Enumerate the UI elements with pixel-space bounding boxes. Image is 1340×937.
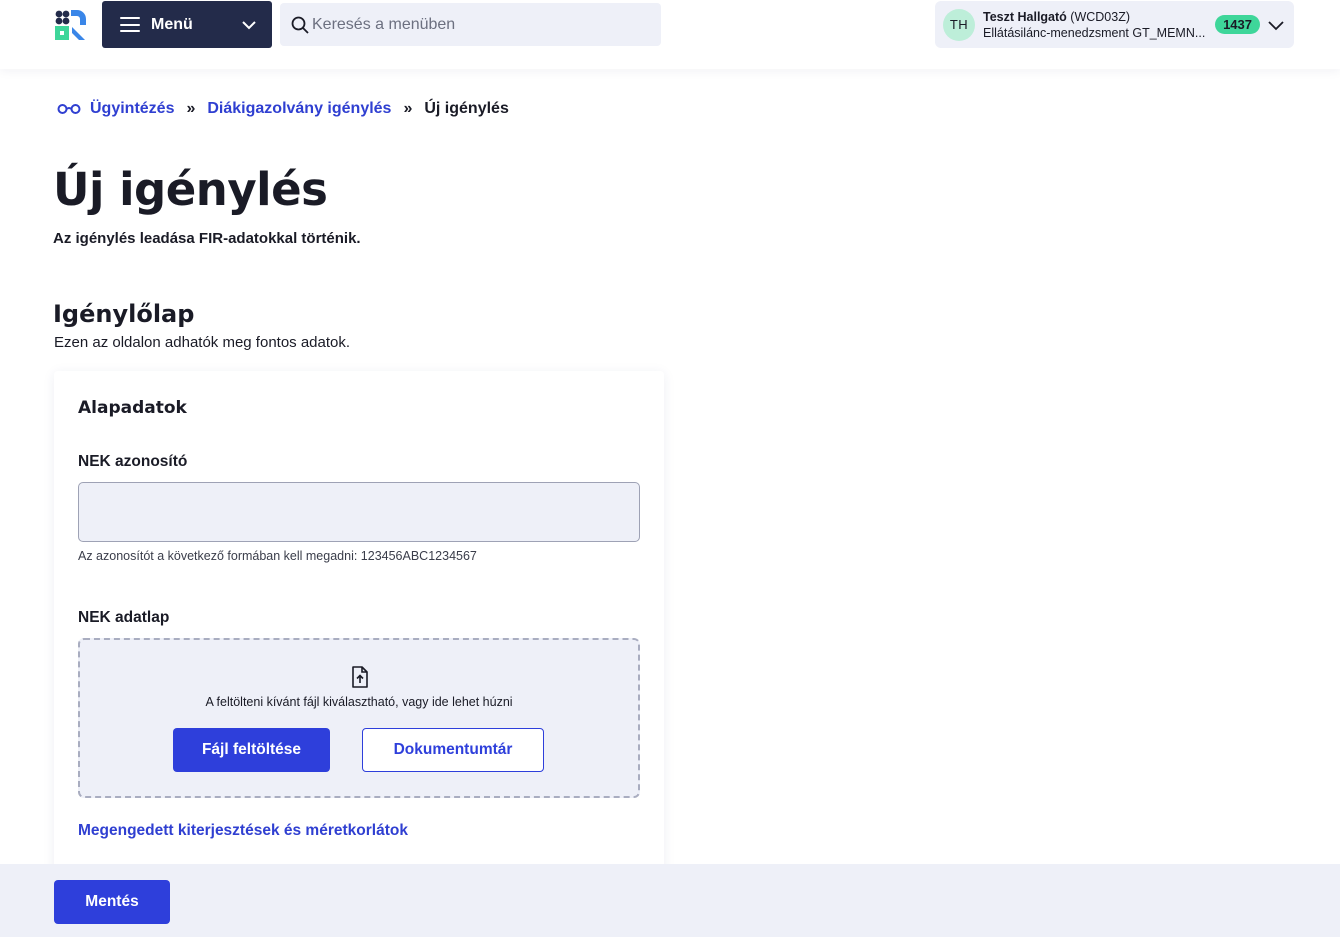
- breadcrumb-separator: »: [403, 100, 413, 117]
- section-title: Igénylőlap: [53, 300, 195, 328]
- user-name: Teszt Hallgató: [983, 9, 1067, 24]
- page-title: Új igénylés: [53, 163, 328, 216]
- nek-id-hint: Az azonosítót a következő formában kell …: [78, 549, 477, 563]
- file-upload-icon: [352, 666, 368, 688]
- breadcrumb-separator: »: [186, 100, 196, 117]
- save-button[interactable]: Mentés: [54, 880, 170, 924]
- notification-badge: 1437: [1215, 15, 1260, 34]
- nek-sheet-label: NEK adatlap: [78, 609, 170, 626]
- user-code: (WCD03Z): [1070, 9, 1131, 24]
- breadcrumb: Ügyintézés » Diákigazolvány igénylés » Ú…: [57, 98, 509, 120]
- basic-data-card: Alapadatok NEK azonosító Az azonosítót a…: [54, 371, 664, 891]
- top-header: Menü TH Teszt Hallgató (WCD03Z) Ellátási…: [0, 0, 1340, 69]
- glasses-icon: [57, 104, 81, 114]
- user-info: Teszt Hallgató (WCD03Z) Ellátásilánc-men…: [983, 9, 1211, 41]
- page-subtitle: Az igénylés leadása FIR-adatokkal történ…: [53, 230, 361, 247]
- section-description: Ezen az oldalon adhatók meg fontos adato…: [54, 334, 351, 351]
- app-logo-icon[interactable]: [54, 9, 86, 41]
- chevron-down-icon: [242, 20, 256, 29]
- hamburger-icon: [120, 17, 140, 32]
- file-upload-button[interactable]: Fájl feltöltése: [173, 728, 330, 772]
- document-library-button[interactable]: Dokumentumtár: [362, 728, 544, 772]
- nek-id-input[interactable]: [78, 482, 640, 542]
- menu-button-label: Menü: [151, 15, 193, 33]
- dropzone-text: A feltölteni kívánt fájl kiválasztható, …: [205, 695, 513, 709]
- search-input[interactable]: [312, 15, 642, 34]
- action-footer: Mentés: [0, 864, 1340, 937]
- chevron-down-icon[interactable]: [1266, 15, 1286, 35]
- breadcrumb-link-ugyintezes[interactable]: Ügyintézés: [90, 100, 174, 118]
- search-icon: [291, 16, 309, 34]
- menu-button[interactable]: Menü: [102, 1, 272, 48]
- card-title: Alapadatok: [78, 398, 187, 418]
- breadcrumb-current: Új igénylés: [424, 100, 509, 117]
- user-role: Ellátásilánc-menedzsment GT_MEMN...: [983, 25, 1206, 40]
- avatar: TH: [943, 8, 975, 41]
- menu-search: [280, 3, 661, 46]
- nek-id-label: NEK azonosító: [78, 453, 188, 470]
- file-dropzone[interactable]: A feltölteni kívánt fájl kiválasztható, …: [78, 638, 640, 798]
- allowed-extensions-link[interactable]: Megengedett kiterjesztések és méretkorlá…: [78, 822, 408, 840]
- breadcrumb-link-diakigazolvany[interactable]: Diákigazolvány igénylés: [207, 100, 391, 118]
- user-menu[interactable]: TH Teszt Hallgató (WCD03Z) Ellátásilánc-…: [935, 1, 1294, 48]
